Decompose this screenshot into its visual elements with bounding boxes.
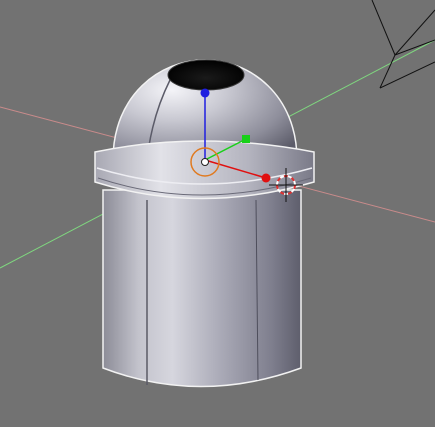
gizmo-z-handle[interactable] [200,88,210,98]
gizmo-y-handle[interactable] [242,135,250,143]
dome-opening [167,59,245,91]
object-origin-dot [201,158,209,166]
gizmo-x-handle[interactable] [261,173,271,183]
viewport-canvas[interactable] [0,0,435,427]
cylinder-body [102,189,302,388]
3d-viewport[interactable] [0,0,435,427]
camera-wireframe-icon[interactable] [371,0,435,89]
